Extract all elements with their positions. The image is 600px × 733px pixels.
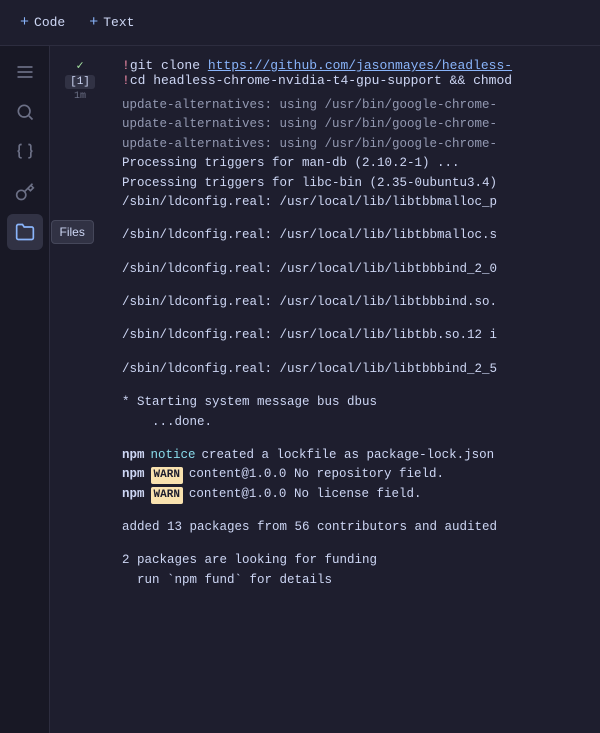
bang-symbol-2: ! [122, 73, 130, 88]
git-url[interactable]: https://github.com/jasonmayes/headless- [208, 58, 512, 73]
empty-4 [122, 312, 592, 326]
empty-3 [122, 279, 592, 293]
code-btn-label: Code [34, 15, 65, 30]
npm-warn-text-2: content@1.0.0 No license field. [189, 485, 422, 504]
npm-warn-line-2: npm WARN content@1.0.0 No license field. [122, 485, 592, 504]
cell-time: 1m [74, 91, 86, 102]
output-line-7: /sbin/ldconfig.real: /usr/local/lib/libt… [122, 226, 592, 245]
command-line-1: !git clone https://github.com/jasonmayes… [122, 58, 592, 73]
output-line-9: /sbin/ldconfig.real: /usr/local/lib/libt… [122, 293, 592, 312]
output-line-6: /sbin/ldconfig.real: /usr/local/lib/libt… [122, 193, 592, 212]
command-text-1: git clone [130, 58, 208, 73]
add-code-button[interactable]: + Code [12, 10, 73, 35]
npm-label-warn-1: npm [122, 465, 145, 484]
npm-notice-text: created a lockfile as package-lock.json [202, 446, 495, 465]
sidebar-item-secrets[interactable] [7, 174, 43, 210]
output-line-13: ...done. [122, 413, 592, 432]
sidebar-item-menu[interactable] [7, 54, 43, 90]
cell-gutter: ✓ [1] 1m [50, 54, 110, 594]
add-text-button[interactable]: + Text [81, 10, 142, 35]
empty-5 [122, 346, 592, 360]
output-line-8: /sbin/ldconfig.real: /usr/local/lib/libt… [122, 260, 592, 279]
plus-icon-text: + [89, 14, 98, 31]
output-line-4: Processing triggers for man-db (2.10.2-1… [122, 154, 592, 173]
content-area: ✓ [1] 1m !git clone https://github.com/j… [50, 46, 600, 733]
command-text-2: cd headless-chrome-nvidia-t4-gpu-support… [130, 73, 512, 88]
npm-warn-line-1: npm WARN content@1.0.0 No repository fie… [122, 465, 592, 484]
variables-icon [15, 142, 35, 162]
plus-icon: + [20, 14, 29, 31]
output-line-3: update-alternatives: using /usr/bin/goog… [122, 135, 592, 154]
sidebar-item-search[interactable] [7, 94, 43, 130]
text-btn-label: Text [103, 15, 134, 30]
key-icon [15, 182, 35, 202]
output-line-funding: 2 packages are looking for funding [122, 551, 592, 570]
empty-9 [122, 537, 592, 551]
cell-content: !git clone https://github.com/jasonmayes… [114, 54, 600, 594]
cell-number: [1] [65, 75, 95, 89]
search-icon [15, 102, 35, 122]
npm-warn-badge-2: WARN [151, 487, 183, 504]
files-icon [15, 222, 35, 242]
output-line-10: /sbin/ldconfig.real: /usr/local/lib/libt… [122, 326, 592, 345]
empty-2 [122, 246, 592, 260]
output-line-11: /sbin/ldconfig.real: /usr/local/lib/libt… [122, 360, 592, 379]
output-line-12: * Starting system message bus dbus [122, 393, 592, 412]
output-line-fund-cmd: run `npm fund` for details [122, 571, 592, 590]
empty-8 [122, 504, 592, 518]
output-line-5: Processing triggers for libc-bin (2.35-0… [122, 174, 592, 193]
npm-label-warn-2: npm [122, 485, 145, 504]
output-line-2: update-alternatives: using /usr/bin/goog… [122, 115, 592, 134]
notebook-cell: ✓ [1] 1m !git clone https://github.com/j… [50, 54, 600, 594]
sidebar-item-files[interactable]: Files [7, 214, 43, 250]
command-area: !git clone https://github.com/jasonmayes… [114, 54, 600, 92]
output-line-1: update-alternatives: using /usr/bin/goog… [122, 96, 592, 115]
npm-label-notice: npm [122, 446, 145, 465]
npm-warn-badge-1: WARN [151, 467, 183, 484]
main-layout: Files ✓ [1] 1m !git clone https://git [0, 46, 600, 733]
cell-container[interactable]: ✓ [1] 1m !git clone https://github.com/j… [50, 46, 600, 733]
empty-7 [122, 432, 592, 446]
sidebar-item-variables[interactable] [7, 134, 43, 170]
sidebar: Files [0, 46, 50, 733]
output-area: update-alternatives: using /usr/bin/goog… [114, 92, 600, 594]
empty-6 [122, 379, 592, 393]
toolbar: + Code + Text [0, 0, 600, 46]
run-indicator: ✓ [76, 58, 83, 73]
output-line-added: added 13 packages from 56 contributors a… [122, 518, 592, 537]
empty-1 [122, 212, 592, 226]
bang-symbol-1: ! [122, 58, 130, 73]
npm-notice-line: npm notice created a lockfile as package… [122, 446, 592, 465]
menu-icon [15, 62, 35, 82]
npm-warn-text-1: content@1.0.0 No repository field. [189, 465, 444, 484]
files-tooltip: Files [51, 220, 94, 244]
command-line-2: !cd headless-chrome-nvidia-t4-gpu-suppor… [122, 73, 592, 88]
npm-notice-badge: notice [151, 446, 196, 465]
